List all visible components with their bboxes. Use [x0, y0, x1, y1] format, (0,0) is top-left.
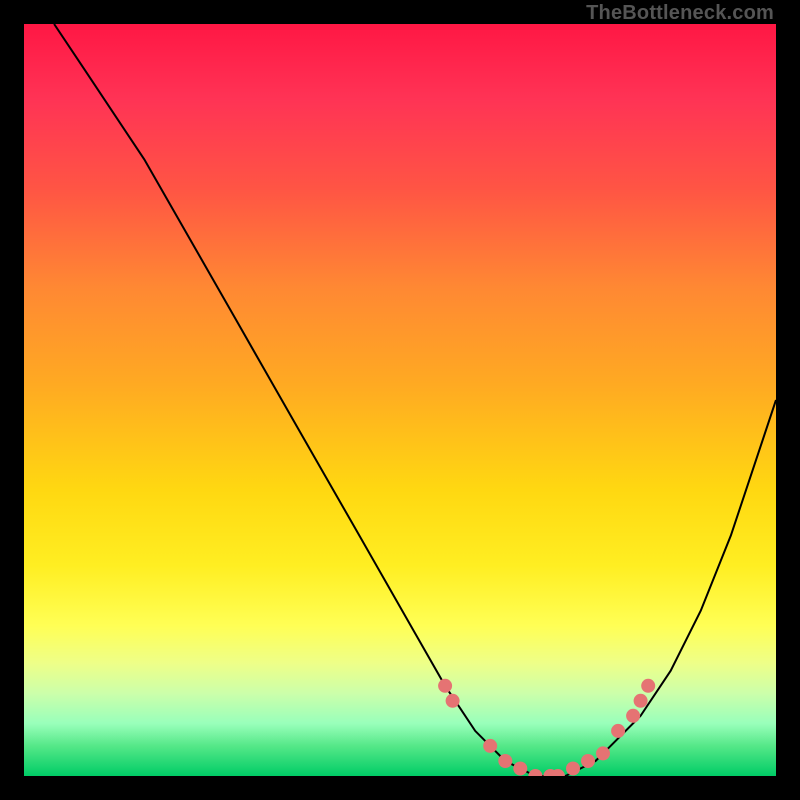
data-marker [611, 724, 625, 738]
marker-group [438, 679, 655, 776]
data-marker [566, 762, 580, 776]
data-marker [446, 694, 460, 708]
data-marker [596, 746, 610, 760]
plot-area [24, 24, 776, 776]
data-marker [528, 769, 542, 776]
data-marker [513, 762, 527, 776]
bottleneck-curve-path [54, 24, 776, 776]
data-marker [634, 694, 648, 708]
data-marker [498, 754, 512, 768]
data-marker [641, 679, 655, 693]
data-marker [438, 679, 452, 693]
data-marker [483, 739, 497, 753]
data-marker [581, 754, 595, 768]
chart-svg [24, 24, 776, 776]
chart-container: TheBottleneck.com [0, 0, 800, 800]
data-marker [626, 709, 640, 723]
watermark-text: TheBottleneck.com [586, 2, 774, 25]
